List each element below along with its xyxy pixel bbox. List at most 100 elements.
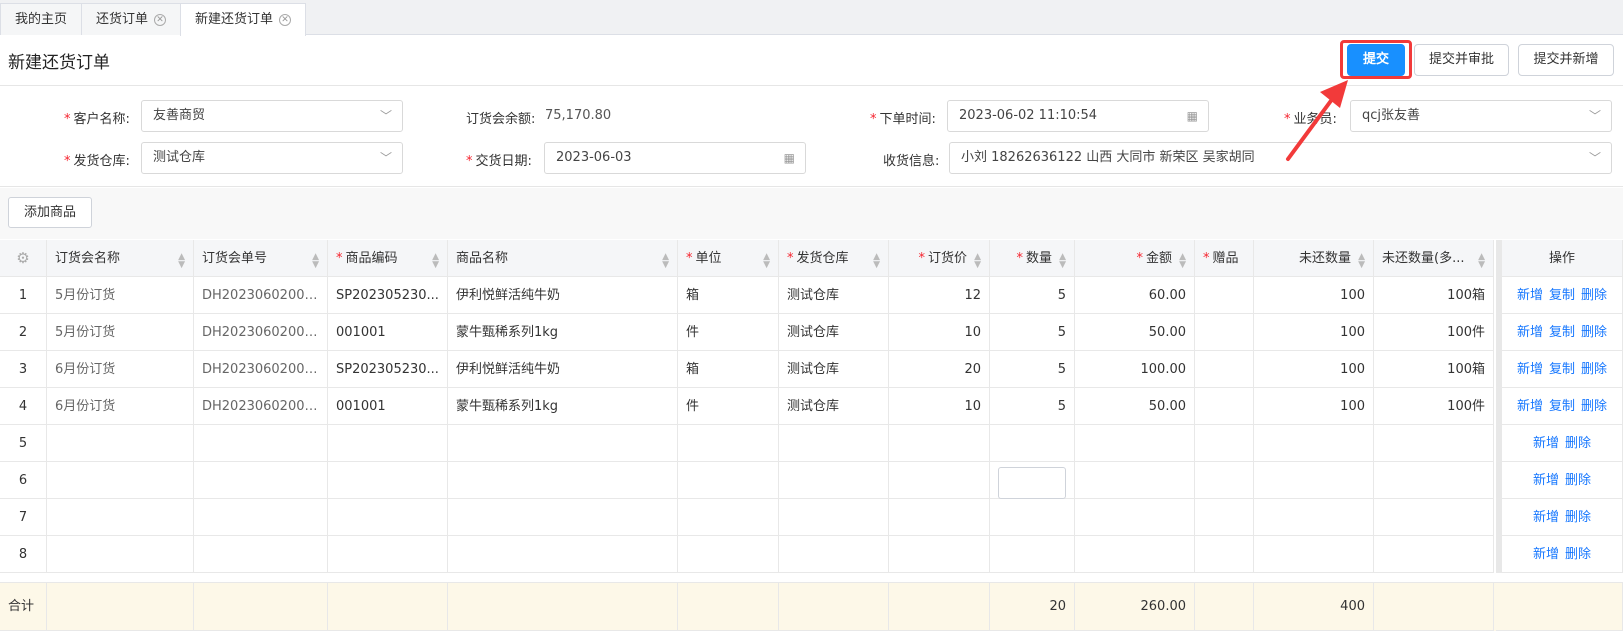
table-cell[interactable] bbox=[678, 499, 779, 536]
order-time-picker[interactable]: 2023-06-02 11:10:54 ▦ bbox=[947, 100, 1209, 132]
table-cell[interactable]: 件 bbox=[678, 314, 779, 351]
table-cell[interactable] bbox=[194, 425, 328, 462]
table-cell[interactable]: 箱 bbox=[678, 277, 779, 314]
copy-row-link[interactable]: 复制 bbox=[1549, 399, 1575, 414]
sort-icon[interactable]: ▲ ▼ bbox=[1358, 240, 1365, 270]
tab-new-return-order[interactable]: 新建还货订单 ✕ bbox=[180, 3, 307, 36]
quantity-input[interactable] bbox=[998, 467, 1066, 499]
table-cell[interactable]: 50.00 bbox=[1075, 388, 1195, 425]
add-row-link[interactable]: 新增 bbox=[1517, 288, 1543, 303]
table-cell[interactable] bbox=[1195, 277, 1254, 314]
table-cell[interactable]: 6月份订货 bbox=[47, 388, 194, 425]
copy-row-link[interactable]: 复制 bbox=[1549, 362, 1575, 377]
table-cell[interactable] bbox=[990, 499, 1075, 536]
table-cell[interactable] bbox=[47, 499, 194, 536]
add-row-link[interactable]: 新增 bbox=[1517, 362, 1543, 377]
table-cell[interactable]: SP202305230... bbox=[328, 351, 448, 388]
add-goods-button[interactable]: 添加商品 bbox=[8, 197, 92, 228]
add-row-link[interactable]: 新增 bbox=[1517, 399, 1543, 414]
table-cell[interactable]: 60.00 bbox=[1075, 277, 1195, 314]
customer-select[interactable]: 友善商贸 ﹀ bbox=[141, 100, 403, 132]
copy-row-link[interactable]: 复制 bbox=[1549, 325, 1575, 340]
column-header[interactable]: * 金额 ▲ ▼ bbox=[1075, 240, 1195, 277]
table-cell[interactable] bbox=[1374, 499, 1494, 536]
table-cell[interactable] bbox=[1254, 536, 1374, 573]
table-cell[interactable] bbox=[448, 425, 678, 462]
delete-row-link[interactable]: 删除 bbox=[1581, 399, 1607, 414]
add-row-link[interactable]: 新增 bbox=[1517, 325, 1543, 340]
table-cell[interactable] bbox=[1075, 536, 1195, 573]
table-cell[interactable]: 测试仓库 bbox=[779, 314, 889, 351]
table-cell[interactable] bbox=[779, 462, 889, 499]
close-icon[interactable]: ✕ bbox=[154, 13, 167, 26]
delete-row-link[interactable]: 删除 bbox=[1581, 325, 1607, 340]
table-cell[interactable] bbox=[448, 462, 678, 499]
submit-approve-button[interactable]: 提交并审批 bbox=[1414, 44, 1509, 76]
column-header[interactable]: 订货会名称 ▲ ▼ bbox=[47, 240, 194, 277]
table-cell[interactable] bbox=[1195, 536, 1254, 573]
table-cell[interactable]: DH202306020002 bbox=[194, 277, 328, 314]
table-cell[interactable]: 100 bbox=[1254, 314, 1374, 351]
table-cell[interactable]: 蒙牛甄稀系列1kg bbox=[448, 388, 678, 425]
table-cell[interactable] bbox=[328, 536, 448, 573]
table-cell[interactable] bbox=[1195, 314, 1254, 351]
add-row-link[interactable]: 新增 bbox=[1533, 547, 1559, 562]
table-cell[interactable]: 箱 bbox=[678, 351, 779, 388]
copy-row-link[interactable]: 复制 bbox=[1549, 288, 1575, 303]
sort-icon[interactable]: ▲ ▼ bbox=[873, 240, 880, 270]
table-cell[interactable] bbox=[1195, 499, 1254, 536]
column-header[interactable]: 未还数量 ▲ ▼ bbox=[1254, 240, 1374, 277]
table-cell[interactable] bbox=[678, 536, 779, 573]
table-cell[interactable]: 5 bbox=[990, 388, 1075, 425]
column-settings[interactable]: ⚙ bbox=[0, 240, 47, 277]
column-header[interactable]: 商品名称 ▲ ▼ bbox=[448, 240, 678, 277]
warehouse-select[interactable]: 测试仓库 ﹀ bbox=[141, 142, 403, 174]
table-cell[interactable] bbox=[779, 425, 889, 462]
table-cell[interactable]: 50.00 bbox=[1075, 314, 1195, 351]
table-cell[interactable]: 测试仓库 bbox=[779, 277, 889, 314]
table-cell[interactable]: 100 bbox=[1254, 388, 1374, 425]
table-cell[interactable] bbox=[1075, 462, 1195, 499]
close-icon[interactable]: ✕ bbox=[279, 13, 292, 26]
table-cell[interactable] bbox=[194, 499, 328, 536]
table-cell[interactable] bbox=[47, 462, 194, 499]
sort-icon[interactable]: ▲ ▼ bbox=[312, 240, 319, 270]
table-cell[interactable] bbox=[1075, 425, 1195, 462]
receiver-select[interactable]: 小刘 18262636122 山西 大同市 新荣区 吴家胡同 ﹀ bbox=[949, 142, 1612, 174]
delivery-date-picker[interactable]: 2023-06-03 ▦ bbox=[544, 142, 806, 174]
table-cell[interactable] bbox=[1195, 462, 1254, 499]
table-cell[interactable] bbox=[1254, 425, 1374, 462]
table-cell[interactable] bbox=[1374, 536, 1494, 573]
table-cell[interactable]: DH202306020001 bbox=[194, 388, 328, 425]
table-cell[interactable]: 5 bbox=[990, 277, 1075, 314]
table-cell[interactable]: 件 bbox=[678, 388, 779, 425]
column-header[interactable]: 操作 bbox=[1496, 240, 1623, 277]
table-cell[interactable]: DH202306020001 bbox=[194, 351, 328, 388]
table-cell[interactable]: SP202305230... bbox=[328, 277, 448, 314]
table-cell[interactable]: 10 bbox=[889, 388, 990, 425]
table-cell[interactable] bbox=[1195, 425, 1254, 462]
table-cell[interactable]: 5月份订货 bbox=[47, 277, 194, 314]
table-cell[interactable] bbox=[889, 462, 990, 499]
table-cell[interactable] bbox=[1374, 462, 1494, 499]
column-header[interactable]: * 发货仓库 ▲ ▼ bbox=[779, 240, 889, 277]
table-cell[interactable]: 20 bbox=[889, 351, 990, 388]
column-header[interactable]: 未还数量(多... ▲ ▼ bbox=[1374, 240, 1494, 277]
table-cell[interactable] bbox=[889, 499, 990, 536]
delete-row-link[interactable]: 删除 bbox=[1581, 362, 1607, 377]
table-cell[interactable]: 5月份订货 bbox=[47, 314, 194, 351]
column-header[interactable]: * 单位 ▲ ▼ bbox=[678, 240, 779, 277]
table-cell[interactable]: 伊利悦鲜活纯牛奶 bbox=[448, 277, 678, 314]
sort-icon[interactable]: ▲ ▼ bbox=[1179, 240, 1186, 270]
table-cell[interactable] bbox=[1195, 388, 1254, 425]
table-cell[interactable] bbox=[779, 499, 889, 536]
table-cell[interactable] bbox=[194, 536, 328, 573]
sort-icon[interactable]: ▲ ▼ bbox=[432, 240, 439, 270]
table-cell[interactable]: 5 bbox=[990, 351, 1075, 388]
sort-icon[interactable]: ▲ ▼ bbox=[1059, 240, 1066, 270]
table-cell[interactable] bbox=[448, 499, 678, 536]
add-row-link[interactable]: 新增 bbox=[1533, 510, 1559, 525]
table-cell[interactable]: 100箱 bbox=[1374, 277, 1494, 314]
table-cell[interactable]: 测试仓库 bbox=[779, 351, 889, 388]
table-cell[interactable]: 蒙牛甄稀系列1kg bbox=[448, 314, 678, 351]
